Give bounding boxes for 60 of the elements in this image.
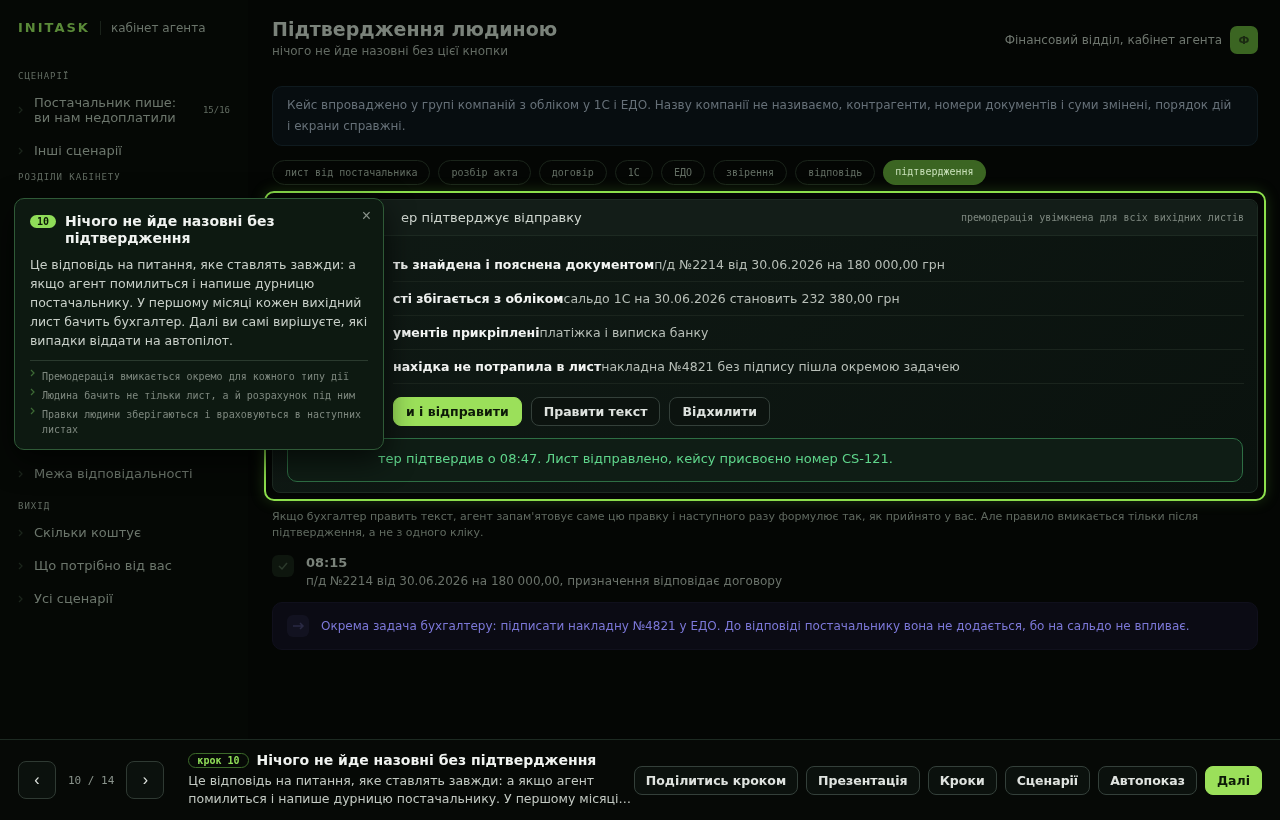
avatar[interactable]: Ф bbox=[1230, 26, 1258, 54]
account-name: Фінансовий відділ, кабінет агента bbox=[1004, 33, 1222, 47]
action-button[interactable]: и і відправити bbox=[393, 397, 522, 426]
confirmation-message: тер підтвердив о 08:47. Лист відправлено, кейсу присвоєно номер CS-121. bbox=[287, 438, 1243, 482]
chevron-icon bbox=[18, 528, 24, 537]
check-row: ументів прикріпленіплатіжка і виписка банку bbox=[393, 316, 1244, 350]
note-text: Якщо бухгалтер править текст, агент запам'ятовує саме цю правку і наступного разу формулює так, як прийнято у вас. Але правило вмикається тільки після підтвердження, а не з одного кліку. bbox=[272, 509, 1200, 541]
chevron-icon bbox=[30, 388, 36, 396]
footer-button[interactable]: Поділитись кроком bbox=[633, 765, 799, 795]
chevron-icon bbox=[18, 469, 24, 478]
chevron-icon bbox=[30, 407, 36, 415]
step-number: 10 bbox=[30, 215, 57, 228]
page-title: Підтвердження людиною bbox=[272, 18, 558, 40]
chevron-icon bbox=[18, 106, 24, 114]
section-title: РОЗДІЛИ КАБІНЕТУ bbox=[18, 172, 122, 182]
card-title: ер підтверджує відправку bbox=[401, 210, 582, 225]
chevron-icon bbox=[18, 146, 24, 155]
sidebar-item[interactable]: Що потрібно від вас bbox=[18, 554, 230, 577]
chevron-icon bbox=[18, 561, 24, 570]
timeline-time: 08:15 bbox=[306, 555, 349, 570]
card-meta: премодерація увімкнена для всіх вихідних листів bbox=[961, 212, 1244, 223]
action-button[interactable]: Правити текст bbox=[530, 397, 661, 426]
footer-button[interactable]: Презентація bbox=[806, 765, 920, 795]
check-row: сті збігається з облікомсальдо 1С на 30.06.2026 становить 232 380,00 грн bbox=[393, 282, 1244, 316]
page-subtitle: нічого не йде назовні без цієї кнопки bbox=[272, 44, 509, 58]
info-banner: Кейс впроваджено у групі компаній з обліком у 1С і ЕДО. Назву компанії не називаємо, контрагенти, номери документів і суми змінені, порядок дій і екрани справжні. bbox=[272, 86, 1258, 146]
action-button[interactable]: Відхилити bbox=[669, 397, 771, 426]
footer-button[interactable]: Далі bbox=[1205, 765, 1262, 795]
step-description: Це відповідь на питання, яке ставлять завжди: а якщо агент помилиться і напише дурницю постачальнику. У першому місяці… bbox=[188, 772, 633, 808]
footer-button[interactable]: Автопоказ bbox=[1098, 765, 1197, 795]
logo: INITASK bbox=[18, 20, 90, 35]
section-title: СЦЕНАРІЇ bbox=[18, 71, 71, 81]
popover-title: Нічого не йде назовні без підтвердження bbox=[65, 213, 276, 247]
section-title: ВИХІД bbox=[18, 501, 52, 511]
count: 15/16 bbox=[202, 105, 230, 115]
close-button[interactable]: × bbox=[357, 205, 375, 227]
sidebar-item[interactable]: Межа відповідальності bbox=[18, 462, 230, 485]
popover-point: Людина бачить не тільки лист, а й розрахунок під ним bbox=[42, 389, 356, 403]
check-row: нахідка не потрапила в листнакладна №4821 без підпису пішла окремою задачею bbox=[393, 350, 1244, 384]
popover-point: Правки людини зберігаються і враховуються в наступних листах bbox=[42, 408, 363, 437]
check-row: ть знайдена і пояснена документомп/д №2214 від 30.06.2026 на 180 000,00 грн bbox=[393, 248, 1244, 282]
tab[interactable]: підтвердження bbox=[883, 160, 986, 185]
previous-button[interactable]: ‹ bbox=[18, 761, 56, 799]
sidebar-item[interactable]: Постачальник пише: ви нам недоплатили 15/16 bbox=[18, 91, 230, 129]
step-title: Нічого не йде назовні без підтвердження bbox=[256, 752, 597, 768]
chevron-icon bbox=[18, 594, 24, 603]
sidebar-item[interactable]: Інші сценарії bbox=[18, 139, 230, 162]
sidebar-item[interactable]: Усі сценарії bbox=[18, 587, 230, 610]
step-counter: 10 / 14 bbox=[68, 773, 115, 787]
task-text: Окрема задача бухгалтеру: підписати накладну №4821 у ЕДО. До відповіді постачальнику вона не додається, бо на сальдо не впливає. bbox=[321, 619, 1190, 633]
popover-point: Премодерація вмикається окремо для кожного типу дії bbox=[42, 370, 350, 384]
footer-button[interactable]: Сценарії bbox=[1004, 765, 1091, 795]
chevron-icon bbox=[30, 369, 36, 377]
sidebar-item[interactable]: Скільки коштує bbox=[18, 521, 230, 544]
timeline-text: п/д №2214 від 30.06.2026 на 180 000,00, призначення відповідає договору bbox=[306, 574, 783, 588]
logo-subtitle: кабінет агента bbox=[99, 20, 206, 35]
popover-text: Це відповідь на питання, яке ставлять завжди: а якщо агент помилиться і напише дурницю постачальнику. У першому місяці кожен вихідний лист бачить бухгалтер. Далі ви самі вирішуєте, які випадки віддати на автопілот. bbox=[30, 255, 368, 361]
next-button[interactable]: › bbox=[126, 761, 165, 799]
footer-button[interactable]: Кроки bbox=[927, 765, 997, 795]
check-icon bbox=[272, 555, 294, 577]
